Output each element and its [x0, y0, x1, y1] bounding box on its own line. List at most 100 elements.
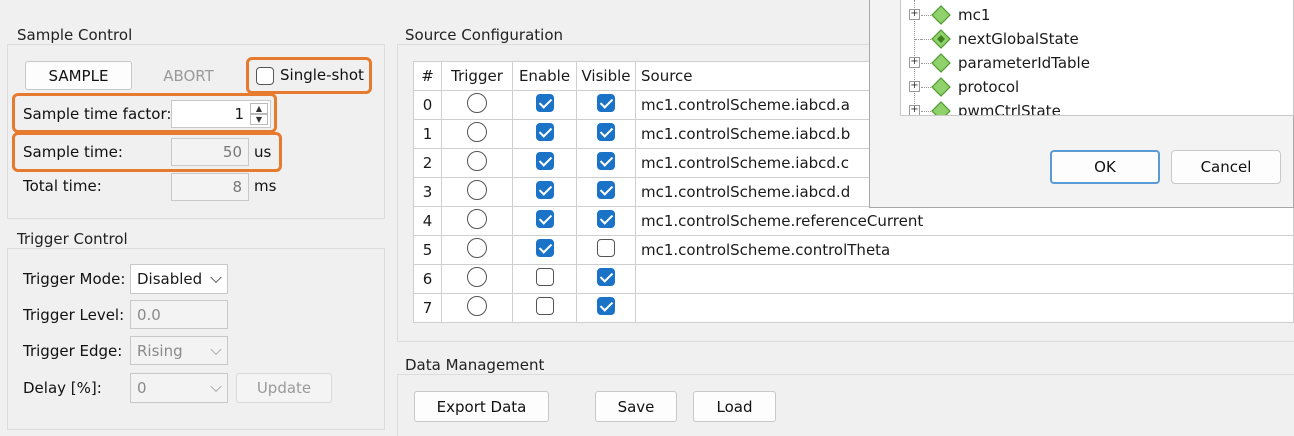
enable-cell[interactable] — [512, 206, 577, 236]
visible-cell[interactable] — [576, 148, 636, 178]
visible-checkbox[interactable] — [597, 297, 615, 315]
table-row[interactable]: 4 mc1.controlScheme.referenceCurrent — [413, 206, 1294, 236]
row-number: 4 — [413, 206, 442, 236]
trigger-radio[interactable] — [467, 151, 487, 171]
trigger-edge-select[interactable]: Rising — [130, 336, 228, 365]
save-button[interactable]: Save — [595, 391, 677, 422]
trigger-radio[interactable] — [467, 296, 487, 316]
row-number: 0 — [413, 90, 442, 120]
tree-item-label: pwmCtrlState — [958, 102, 1061, 116]
export-data-button[interactable]: Export Data — [414, 391, 549, 422]
table-row[interactable]: 7 — [413, 293, 1294, 323]
expand-icon[interactable]: + — [909, 105, 920, 115]
trigger-mode-label: Trigger Mode: — [23, 270, 126, 288]
source-cell[interactable] — [635, 293, 1294, 323]
visible-cell[interactable] — [576, 177, 636, 207]
expand-icon[interactable]: + — [909, 57, 920, 68]
trigger-mode-select[interactable]: Disabled — [130, 264, 228, 294]
enable-cell[interactable] — [512, 177, 577, 207]
visible-cell[interactable] — [576, 119, 636, 149]
enable-checkbox[interactable] — [535, 123, 554, 141]
tree-node-icon — [931, 29, 951, 49]
visible-cell[interactable] — [576, 293, 636, 323]
trigger-cell[interactable] — [441, 119, 513, 149]
abort-button[interactable]: ABORT — [137, 61, 240, 90]
trigger-cell[interactable] — [441, 90, 513, 120]
visible-checkbox[interactable] — [597, 268, 615, 286]
sample-time-factor-spinbox[interactable]: 1 ▲ ▼ — [171, 100, 271, 128]
chevron-down-icon — [210, 380, 222, 393]
enable-checkbox[interactable] — [535, 94, 554, 112]
visible-cell[interactable] — [576, 206, 636, 236]
update-button[interactable]: Update — [236, 373, 332, 403]
tree-item[interactable]: nextGlobalState — [901, 27, 1293, 51]
trigger-level-field[interactable]: 0.0 — [130, 300, 228, 329]
load-button[interactable]: Load — [693, 391, 776, 422]
total-time-unit: ms — [254, 177, 277, 195]
visible-cell[interactable] — [576, 264, 636, 294]
visible-checkbox[interactable] — [597, 239, 615, 257]
tree-dots — [921, 111, 931, 112]
spin-up-icon[interactable]: ▲ — [250, 103, 268, 114]
trigger-radio[interactable] — [467, 238, 487, 258]
table-row[interactable]: 6 — [413, 264, 1294, 294]
trigger-radio[interactable] — [467, 122, 487, 142]
enable-cell[interactable] — [512, 119, 577, 149]
trigger-cell[interactable] — [441, 148, 513, 178]
tree-item[interactable]: + mc1 — [901, 3, 1293, 27]
expand-icon[interactable]: + — [909, 81, 920, 92]
single-shot-checkbox-box[interactable] — [256, 67, 274, 85]
visible-cell[interactable] — [576, 235, 636, 265]
spin-down-icon[interactable]: ▼ — [250, 114, 268, 125]
visible-checkbox[interactable] — [597, 123, 615, 141]
source-cell[interactable] — [635, 264, 1294, 294]
enable-checkbox[interactable] — [535, 268, 554, 286]
variable-tree[interactable]: + mc1 nextGlobalState + parameterIdTable + pro… — [900, 0, 1294, 116]
visible-checkbox[interactable] — [597, 210, 615, 228]
sample-button[interactable]: SAMPLE — [25, 61, 132, 90]
enable-checkbox[interactable] — [535, 210, 554, 228]
trigger-cell[interactable] — [441, 235, 513, 265]
sample-time-value: 50 — [222, 143, 242, 161]
trigger-cell[interactable] — [441, 177, 513, 207]
delay-select[interactable]: 0 — [130, 373, 228, 403]
column-header-enable: Enable — [512, 61, 577, 91]
trigger-radio[interactable] — [467, 267, 487, 287]
enable-checkbox[interactable] — [535, 239, 554, 257]
trigger-radio[interactable] — [467, 180, 487, 200]
single-shot-checkbox[interactable] — [256, 67, 274, 89]
enable-checkbox[interactable] — [535, 152, 554, 170]
enable-cell[interactable] — [512, 293, 577, 323]
visible-checkbox[interactable] — [597, 94, 615, 112]
tree-item[interactable]: + protocol — [901, 75, 1293, 99]
trigger-cell[interactable] — [441, 293, 513, 323]
tree-item[interactable]: + parameterIdTable — [901, 51, 1293, 75]
trigger-radio[interactable] — [467, 209, 487, 229]
tree-node-icon — [931, 5, 951, 25]
visible-checkbox[interactable] — [597, 152, 615, 170]
table-row[interactable]: 5 mc1.controlScheme.controlTheta — [413, 235, 1294, 265]
cancel-button[interactable]: Cancel — [1171, 150, 1281, 184]
enable-cell[interactable] — [512, 90, 577, 120]
enable-cell[interactable] — [512, 235, 577, 265]
visible-checkbox[interactable] — [597, 181, 615, 199]
trigger-radio[interactable] — [467, 93, 487, 113]
expand-icon[interactable]: + — [909, 9, 920, 20]
trigger-cell[interactable] — [441, 264, 513, 294]
tree-item[interactable]: + pwmCtrlState — [901, 99, 1293, 116]
row-number: 3 — [413, 177, 442, 207]
visible-cell[interactable] — [576, 90, 636, 120]
trigger-cell[interactable] — [441, 206, 513, 236]
trigger-level-label: Trigger Level: — [23, 306, 125, 324]
enable-cell[interactable] — [512, 264, 577, 294]
tree-item-label: nextGlobalState — [958, 30, 1079, 48]
enable-checkbox[interactable] — [535, 181, 554, 199]
source-cell[interactable]: mc1.controlScheme.referenceCurrent — [635, 206, 1294, 236]
enable-checkbox[interactable] — [535, 297, 554, 315]
source-cell[interactable]: mc1.controlScheme.controlTheta — [635, 235, 1294, 265]
row-number: 5 — [413, 235, 442, 265]
sample-time-field: 50 — [171, 138, 249, 166]
trigger-control-title: Trigger Control — [14, 230, 131, 248]
enable-cell[interactable] — [512, 148, 577, 178]
ok-button[interactable]: OK — [1050, 150, 1160, 184]
